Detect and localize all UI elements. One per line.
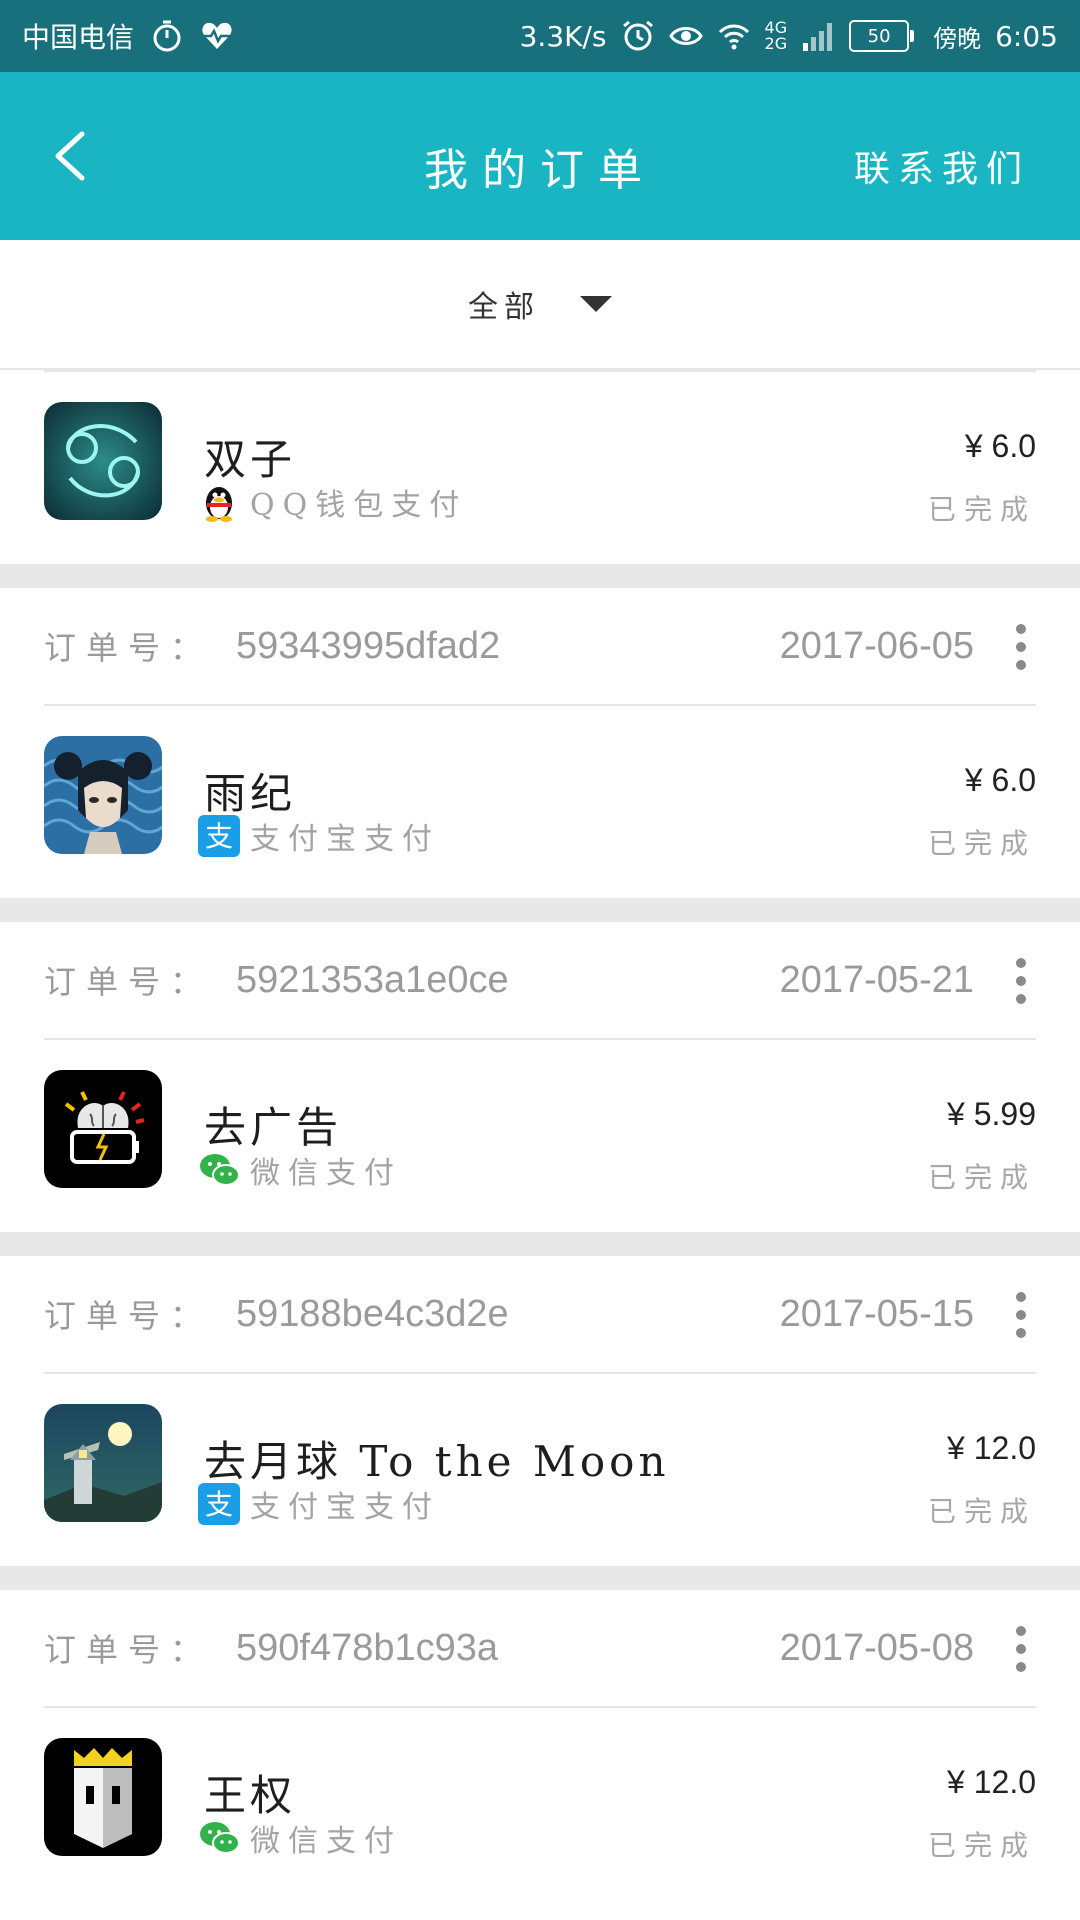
heart-monitor-icon: [202, 22, 232, 49]
network-speed: 3.3K/s: [519, 19, 607, 53]
order-number: 59188be4c3d2e: [236, 1292, 509, 1335]
order-body: 双子 QQ钱包支付 ¥ 6.0 已完成: [44, 370, 1036, 564]
order-number-label: 订单号：: [44, 1631, 213, 1669]
price: ¥ 12.0: [947, 1430, 1036, 1466]
order-body: 王权 微信支付 ¥ 12.0 已完成: [44, 1708, 1036, 1900]
order-number-label: 订单号：: [44, 963, 213, 1001]
order-header: 订单号： 59188be4c3d2e 2017-05-15: [44, 1256, 1036, 1374]
filter-label: 全部: [468, 290, 540, 325]
alipay-icon: 支: [198, 1483, 240, 1525]
order-header: 订单号： 59343995dfad2 2017-06-05: [44, 588, 1036, 706]
order-number-label: 订单号：: [44, 1297, 213, 1335]
wifi-icon: [718, 24, 749, 50]
svg-text:支: 支: [205, 820, 233, 853]
app-name: 王权: [204, 1771, 297, 1820]
crown-icon: [44, 1738, 162, 1856]
order-card[interactable]: 双子 QQ钱包支付 ¥ 6.0 已完成: [0, 370, 1080, 564]
more-options-button[interactable]: [1006, 958, 1036, 1004]
order-card[interactable]: 订单号： 59188be4c3d2e 2017-05-15 去月球 To the…: [0, 1256, 1080, 1566]
moon-icon: [44, 1404, 162, 1522]
order-header: 订单号： 5921353a1e0ce 2017-05-21: [44, 922, 1036, 1040]
separator: [0, 564, 1080, 588]
contact-us-button[interactable]: 联系我们: [854, 140, 1030, 192]
payment-method: 微信支付: [198, 1816, 402, 1860]
price: ¥ 5.99: [947, 1096, 1036, 1132]
price: ¥ 6.0: [964, 428, 1036, 464]
clock: 6:05: [995, 19, 1058, 53]
separator: [0, 1566, 1080, 1590]
order-card[interactable]: 订单号： 5921353a1e0ce 2017-05-21 去广告 微信支付 ¥…: [0, 922, 1080, 1232]
battery-icon: 50: [849, 20, 915, 52]
price: ¥ 6.0: [964, 762, 1036, 798]
rain-icon: [44, 736, 162, 854]
order-header: 订单号： 590f478b1c93a 2017-05-08: [44, 1590, 1036, 1708]
order-status: 已完成: [927, 493, 1036, 526]
order-date: 2017-06-05: [779, 624, 974, 667]
order-status: 已完成: [927, 827, 1036, 860]
more-options-button[interactable]: [1006, 1292, 1036, 1338]
order-status: 已完成: [927, 1161, 1036, 1194]
app-name: 雨纪: [204, 769, 297, 818]
order-status: 已完成: [927, 1495, 1036, 1528]
wechat-icon: [200, 1154, 240, 1186]
status-bar: 中国电信 3.3K/s 4G 2G 50 傍晚 6:05: [0, 0, 1080, 72]
order-body: 去广告 微信支付 ¥ 5.99 已完成: [44, 1040, 1036, 1232]
carrier-label: 中国电信: [22, 21, 135, 54]
payment-method: 支 支付宝支付: [198, 814, 440, 858]
twins-icon: [44, 402, 162, 520]
payment-label: 支付宝支付: [250, 1490, 440, 1525]
order-card[interactable]: 订单号： 59343995dfad2 2017-06-05 雨纪 支 支付宝支付…: [0, 588, 1080, 898]
order-date: 2017-05-15: [779, 1292, 974, 1335]
svg-text:支: 支: [205, 1488, 233, 1521]
qq-penguin-icon: [206, 487, 232, 522]
order-number: 5921353a1e0ce: [236, 958, 509, 1001]
payment-label: QQ钱包支付: [250, 488, 468, 523]
signal-bars-icon: [803, 23, 833, 51]
payment-label: 微信支付: [250, 1824, 402, 1859]
ad-remover-icon: [44, 1070, 162, 1188]
order-number: 59343995dfad2: [236, 624, 501, 667]
payment-method: QQ钱包支付: [198, 480, 467, 524]
order-card[interactable]: 订单号： 590f478b1c93a 2017-05-08 王权 微信支付 ¥ …: [0, 1590, 1080, 1900]
payment-label: 支付宝支付: [250, 822, 440, 857]
payment-label: 微信支付: [250, 1156, 402, 1191]
order-body: 雨纪 支 支付宝支付 ¥ 6.0 已完成: [44, 706, 1036, 898]
separator: [0, 898, 1080, 922]
more-options-button[interactable]: [1006, 624, 1036, 670]
order-list: 双子 QQ钱包支付 ¥ 6.0 已完成 订单号： 59343995dfad2 2…: [0, 370, 1080, 1900]
price: ¥ 12.0: [947, 1764, 1036, 1800]
caret-down-icon: [580, 296, 612, 312]
separator: [0, 1232, 1080, 1256]
order-body: 去月球 To the Moon 支 支付宝支付 ¥ 12.0 已完成: [44, 1374, 1036, 1566]
wechat-icon: [200, 1822, 240, 1854]
app-name: 去广告: [204, 1103, 343, 1152]
eye-comfort-icon: [668, 27, 703, 45]
order-status: 已完成: [927, 1829, 1036, 1862]
time-period: 傍晚: [933, 24, 982, 53]
app-bar: 我的订单 联系我们: [0, 72, 1080, 240]
network-type: 4G 2G: [764, 18, 788, 53]
order-number-label: 订单号：: [44, 629, 213, 667]
order-date: 2017-05-08: [779, 1626, 974, 1669]
order-number: 590f478b1c93a: [236, 1626, 499, 1669]
payment-method: 支 支付宝支付: [198, 1482, 440, 1526]
alipay-icon: 支: [198, 815, 240, 857]
stopwatch-icon: [153, 20, 181, 52]
filter-dropdown[interactable]: 全部: [0, 240, 1080, 370]
alarm-icon: [622, 20, 653, 51]
payment-method: 微信支付: [198, 1148, 402, 1192]
app-name: 双子: [204, 435, 297, 484]
order-date: 2017-05-21: [779, 958, 974, 1001]
app-name: 去月球 To the Moon: [204, 1437, 670, 1486]
more-options-button[interactable]: [1006, 1626, 1036, 1672]
